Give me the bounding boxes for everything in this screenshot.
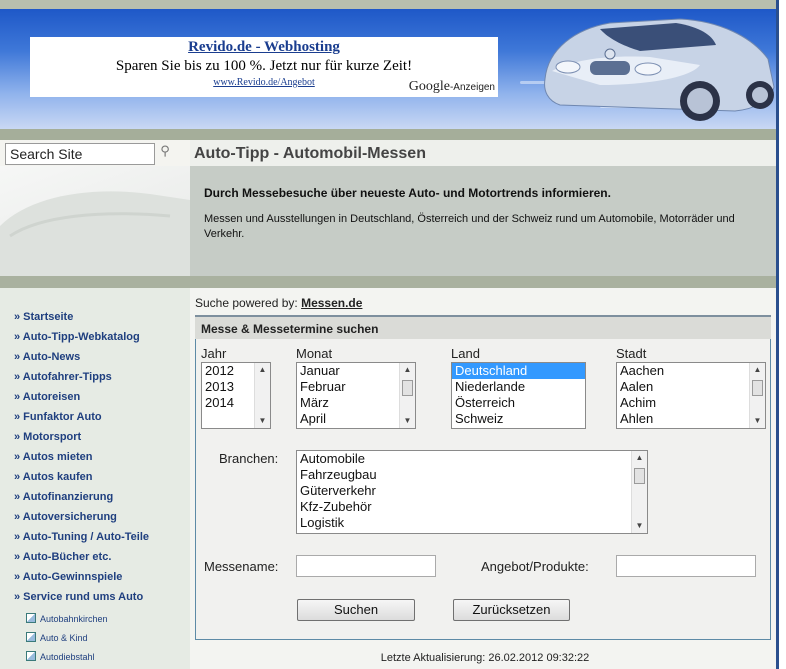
country-option[interactable]: Schweiz — [452, 411, 585, 427]
offer-input[interactable] — [616, 555, 756, 577]
city-option[interactable]: Ahlen — [617, 411, 765, 427]
form-header: Messe & Messetermine suchen — [195, 315, 771, 339]
last-updated: Letzte Aktualisierung: 26.02.2012 09:32:… — [380, 652, 590, 664]
search-icon[interactable]: ⚲ — [158, 143, 172, 161]
sidebar-item-motorsport[interactable]: » Motorsport — [14, 431, 81, 443]
powered-prefix: Suche powered by: — [195, 296, 298, 310]
city-option[interactable]: Aachen — [617, 363, 765, 379]
reset-button[interactable]: Zurücksetzen — [453, 599, 570, 621]
sidebar-item-autoversicherung[interactable]: » Autoversicherung — [14, 511, 117, 523]
city-scrollbar[interactable]: ▲ ▼ — [749, 363, 765, 428]
ad-text: Sparen Sie bis zu 100 %. Jetzt nur für k… — [115, 58, 413, 74]
scroll-up-icon[interactable]: ▲ — [400, 363, 415, 377]
ad-title-link[interactable]: Revido.de - Webhosting — [30, 39, 498, 56]
month-scrollbar[interactable]: ▲ ▼ — [399, 363, 415, 428]
country-option-selected[interactable]: Deutschland — [452, 363, 585, 379]
month-option[interactable]: Februar — [297, 379, 415, 395]
month-label: Monat — [296, 346, 333, 361]
branch-scrollbar[interactable]: ▲ ▼ — [631, 451, 647, 533]
sidebar-item-auto-tuning[interactable]: » Auto-Tuning / Auto-Teile — [14, 531, 149, 543]
scroll-down-icon[interactable]: ▼ — [255, 414, 270, 428]
month-select[interactable]: Januar Februar März April ▲ ▼ — [296, 362, 416, 429]
country-option[interactable]: Österreich — [452, 395, 585, 411]
window-border — [776, 0, 779, 669]
sidebar-subitem-label: Autobahnkirchen — [40, 614, 108, 624]
sidebar-item-funfaktor-auto[interactable]: » Funfaktor Auto — [14, 411, 102, 423]
scroll-down-icon[interactable]: ▼ — [750, 414, 765, 428]
city-label: Stadt — [616, 346, 647, 361]
country-label: Land — [451, 346, 480, 361]
header-banner: Revido.de - Webhosting Sparen Sie bis zu… — [0, 9, 776, 129]
scroll-up-icon[interactable]: ▲ — [632, 451, 647, 465]
year-scrollbar[interactable]: ▲ ▼ — [254, 363, 270, 428]
google-logo: Google — [408, 79, 450, 94]
city-option[interactable]: Achim — [617, 395, 765, 411]
offer-label: Angebot/Produkte: — [481, 559, 589, 574]
branch-label: Branchen: — [219, 451, 279, 466]
search-button[interactable]: Suchen — [297, 599, 415, 621]
country-select[interactable]: Deutschland Niederlande Österreich Schwe… — [451, 362, 586, 429]
year-select[interactable]: 2012 2013 2014 ▲ ▼ — [201, 362, 271, 429]
month-option[interactable]: März — [297, 395, 415, 411]
sidebar-subitem-auto-kind[interactable]: Auto & Kind — [26, 632, 88, 643]
month-option[interactable]: Januar — [297, 363, 415, 379]
sidebar-item-autofahrer-tipps[interactable]: » Autofahrer-Tipps — [14, 371, 112, 383]
month-option[interactable]: April — [297, 411, 415, 427]
year-label: Jahr — [201, 346, 227, 361]
intro-section: Durch Messebesuche über neueste Auto- un… — [190, 166, 776, 276]
powered-by: Suche powered by: Messen.de — [195, 296, 362, 310]
fair-name-input[interactable] — [296, 555, 436, 577]
search-input[interactable] — [5, 143, 155, 165]
sidebar-subitem-autodiebstahl[interactable]: Autodiebstahl — [26, 651, 95, 662]
branch-option[interactable]: Kfz-Zubehör — [297, 499, 647, 515]
branch-select[interactable]: Automobile Fahrzeugbau Güterverkehr Kfz-… — [296, 450, 648, 534]
ads-suffix: -Anzeigen — [449, 82, 495, 93]
scroll-thumb[interactable] — [402, 380, 413, 396]
sidebar-item-auto-news[interactable]: » Auto-News — [14, 351, 80, 363]
country-option[interactable]: Niederlande — [452, 379, 585, 395]
sidebar-item-service[interactable]: » Service rund ums Auto — [14, 591, 143, 603]
sidebar-item-autofinanzierung[interactable]: » Autofinanzierung — [14, 491, 113, 503]
sidebar-item-autos-mieten[interactable]: » Autos mieten — [14, 451, 92, 463]
branch-option[interactable]: Logistik — [297, 515, 647, 531]
intro-divider — [0, 276, 776, 288]
sidebar-subitem-label: Auto & Kind — [40, 633, 88, 643]
sidebar-item-startseite[interactable]: » Startseite — [14, 311, 73, 323]
fair-name-label: Messename: — [204, 559, 279, 574]
scroll-down-icon[interactable]: ▼ — [632, 519, 647, 533]
branch-option[interactable]: Fahrzeugbau — [297, 467, 647, 483]
sidebar-item-autoreisen[interactable]: » Autoreisen — [14, 391, 80, 403]
sidebar: » Startseite » Auto-Tipp-Webkatalog » Au… — [0, 288, 190, 669]
page-icon — [26, 613, 36, 623]
sidebar-item-autos-kaufen[interactable]: » Autos kaufen — [14, 471, 92, 483]
sidebar-subitem-autobahnkirchen[interactable]: Autobahnkirchen — [26, 613, 108, 624]
sidebar-item-webkatalog[interactable]: » Auto-Tipp-Webkatalog — [14, 331, 140, 343]
sidebar-subitem-label: Autodiebstahl — [40, 652, 95, 662]
scroll-up-icon[interactable]: ▲ — [255, 363, 270, 377]
city-option[interactable]: Aalen — [617, 379, 765, 395]
scroll-thumb[interactable] — [752, 380, 763, 396]
branch-option[interactable]: Güterverkehr — [297, 483, 647, 499]
ad-box[interactable]: Revido.de - Webhosting Sparen Sie bis zu… — [30, 37, 498, 97]
site-search: ⚲ — [0, 140, 190, 166]
google-ads-label[interactable]: Google-Anzeigen — [409, 79, 495, 95]
city-select[interactable]: Aachen Aalen Achim Ahlen ▲ ▼ — [616, 362, 766, 429]
page-icon — [26, 632, 36, 642]
banner-divider — [0, 129, 776, 140]
sidebar-item-auto-buecher[interactable]: » Auto-Bücher etc. — [14, 551, 111, 563]
scroll-up-icon[interactable]: ▲ — [750, 363, 765, 377]
intro-heading: Durch Messebesuche über neueste Auto- un… — [204, 186, 611, 200]
sidebar-item-auto-gewinnspiele[interactable]: » Auto-Gewinnspiele — [14, 571, 122, 583]
messen-link[interactable]: Messen.de — [301, 296, 362, 310]
top-strip — [0, 0, 776, 9]
page-title: Auto-Tipp - Automobil-Messen — [190, 140, 776, 166]
scroll-down-icon[interactable]: ▼ — [400, 414, 415, 428]
scroll-thumb[interactable] — [634, 468, 645, 484]
branch-option[interactable]: Automobile — [297, 451, 647, 467]
intro-text: Messen und Ausstellungen in Deutschland,… — [204, 213, 735, 240]
page-icon — [26, 651, 36, 661]
decorative-car-image — [0, 166, 190, 276]
